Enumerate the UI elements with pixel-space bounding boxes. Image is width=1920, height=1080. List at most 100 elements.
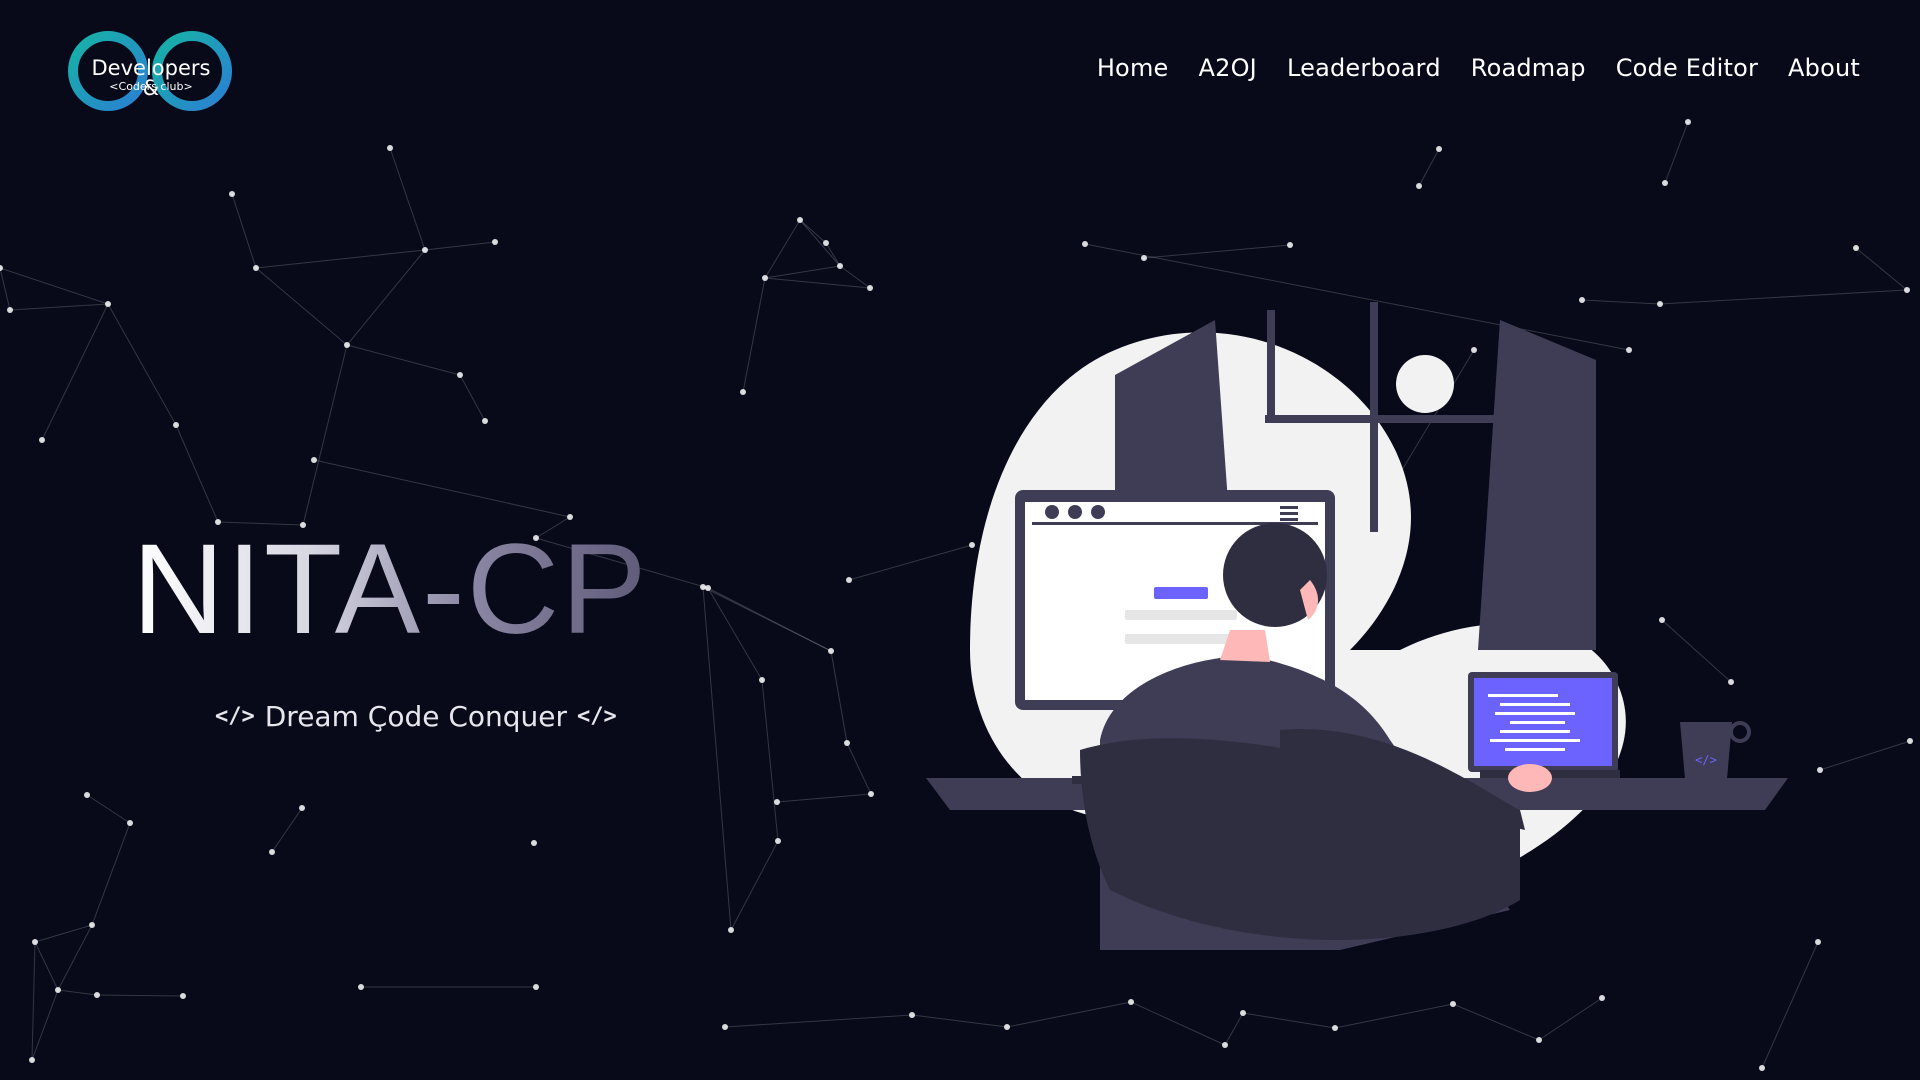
network-link [1855, 247, 1908, 291]
network-node [1287, 242, 1293, 248]
code-tag-icon: </> [577, 704, 617, 729]
network-node [1599, 995, 1605, 1001]
network-node [775, 838, 781, 844]
network-link [1006, 1001, 1132, 1028]
network-link [9, 303, 109, 311]
network-link [302, 344, 348, 526]
network-node [700, 584, 706, 590]
network-link [424, 241, 496, 251]
network-node [29, 1057, 35, 1063]
network-link [846, 742, 872, 795]
network-link [0, 267, 11, 311]
network-node [1416, 183, 1422, 189]
club-logo[interactable]: Developers & <Coders club> [66, 28, 236, 114]
network-link [271, 807, 303, 853]
network-node [1817, 767, 1823, 773]
network-node [422, 247, 428, 253]
network-node [482, 418, 488, 424]
network-link [459, 374, 486, 422]
network-node [180, 993, 186, 999]
network-link [346, 249, 426, 346]
network-node [0, 265, 3, 271]
network-link [34, 941, 59, 991]
network-node [1128, 999, 1134, 1005]
network-link [799, 219, 827, 244]
network-link [231, 193, 257, 269]
logo-subtitle: <Coders club> [109, 80, 193, 93]
network-link [57, 924, 93, 991]
network-link [255, 249, 426, 269]
network-node [1082, 241, 1088, 247]
network-node [740, 389, 746, 395]
hero-tagline: </> Dream Çode Conquer </> [215, 700, 617, 733]
network-node [55, 987, 61, 993]
network-node [844, 740, 850, 746]
nav-a2oj[interactable]: A2OJ [1199, 54, 1257, 82]
network-node [1450, 1001, 1456, 1007]
network-node [84, 792, 90, 798]
network-node [1141, 255, 1147, 261]
nav-about[interactable]: About [1788, 54, 1860, 82]
network-node [759, 677, 765, 683]
network-node [127, 820, 133, 826]
network-node [89, 922, 95, 928]
network-node [797, 217, 803, 223]
network-node [823, 240, 829, 246]
network-link [764, 277, 871, 289]
network-node [457, 372, 463, 378]
network-node [1759, 1065, 1765, 1071]
nav-home[interactable]: Home [1097, 54, 1169, 82]
tagline-text: Dream Çode Conquer [264, 700, 568, 733]
network-link [742, 277, 766, 393]
network-node [867, 285, 873, 291]
network-node [1240, 1010, 1246, 1016]
main-nav: Home A2OJ Leaderboard Roadmap Code Edito… [1097, 54, 1860, 82]
network-node [7, 307, 13, 313]
network-link [724, 1014, 913, 1028]
network-node [269, 849, 275, 855]
network-link [1130, 1001, 1226, 1046]
network-link [799, 219, 841, 267]
nav-roadmap[interactable]: Roadmap [1471, 54, 1586, 82]
network-node [1222, 1042, 1228, 1048]
network-link [91, 822, 131, 926]
network-link [1452, 1003, 1540, 1041]
network-link [0, 267, 109, 305]
network-node [94, 992, 100, 998]
network-node [837, 263, 843, 269]
network-link [825, 242, 841, 267]
network-node [492, 239, 498, 245]
network-link [86, 794, 131, 824]
network-link [702, 586, 832, 652]
network-link [107, 303, 177, 426]
network-node [299, 805, 305, 811]
network-node [722, 1024, 728, 1030]
network-link [346, 344, 461, 376]
network-link [1418, 148, 1440, 187]
network-link [764, 265, 841, 279]
network-node [774, 799, 780, 805]
hero-title: NITA-CP [132, 518, 649, 661]
network-node [1904, 287, 1910, 293]
network-node [1907, 738, 1913, 744]
network-node [909, 1012, 915, 1018]
network-link [57, 989, 98, 996]
nav-code-editor[interactable]: Code Editor [1616, 54, 1758, 82]
network-node [105, 301, 111, 307]
network-link [1819, 740, 1911, 771]
network-node [868, 791, 874, 797]
network-link [1143, 244, 1291, 259]
network-node [728, 927, 734, 933]
developer-at-desk-illustration: </> [926, 302, 1788, 950]
network-link [31, 941, 36, 1061]
network-node [32, 939, 38, 945]
network-link [1761, 941, 1819, 1069]
network-link [1242, 1012, 1336, 1029]
svg-text:</>: </> [1695, 753, 1717, 767]
code-tag-icon: </> [215, 704, 255, 729]
network-link [175, 424, 219, 523]
network-node [1815, 939, 1821, 945]
network-node [762, 275, 768, 281]
nav-leaderboard[interactable]: Leaderboard [1287, 54, 1441, 82]
network-node [311, 457, 317, 463]
